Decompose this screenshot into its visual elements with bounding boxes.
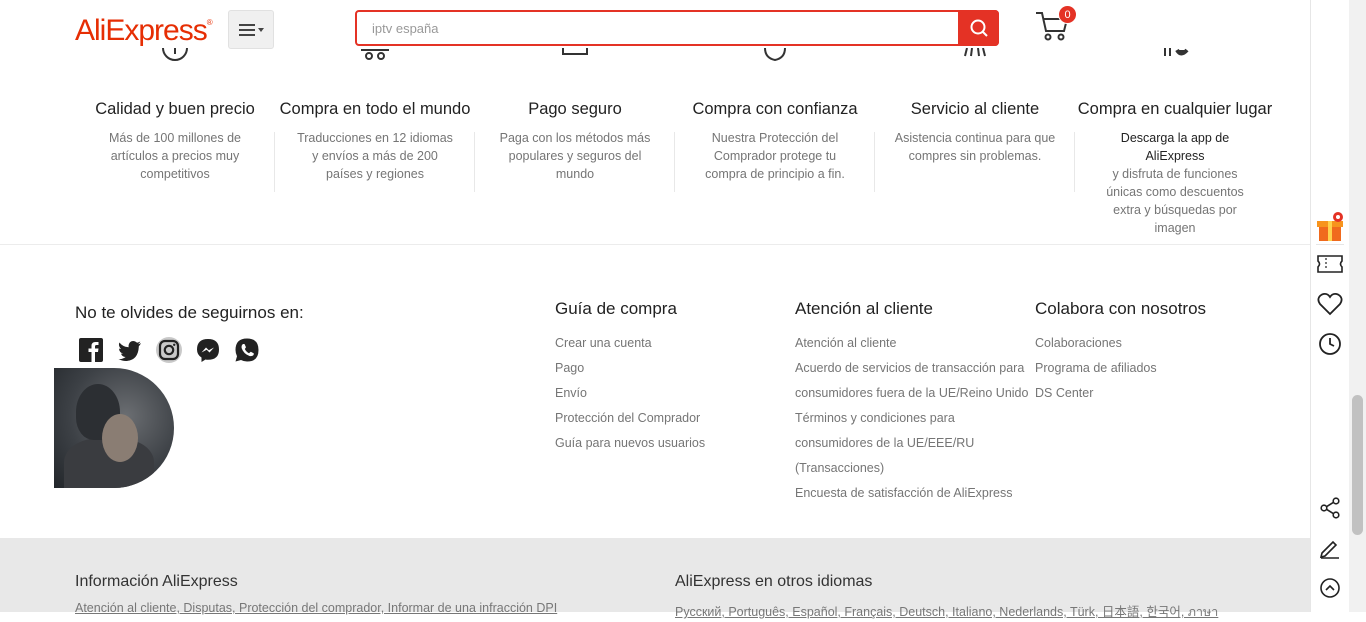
footer-column-partners: Colabora con nosotros Colaboraciones Pro… — [1035, 299, 1206, 406]
footer-link[interactable]: Colaboraciones — [1035, 331, 1206, 356]
benefit-title: Compra en todo el mundo — [279, 100, 471, 118]
app-download-link[interactable]: Descarga la app de AliExpress — [1121, 131, 1229, 163]
facebook-icon[interactable] — [78, 337, 104, 363]
aliexpress-logo[interactable]: AliExpress® — [75, 14, 213, 48]
follow-us-title: No te olvides de seguirnos en: — [75, 303, 304, 322]
footer-column-buying-guide: Guía de compra Crear una cuenta Pago Env… — [555, 299, 705, 456]
hamburger-icon — [239, 23, 264, 36]
info-title: Información AliExpress — [75, 573, 238, 590]
instagram-icon[interactable] — [156, 337, 182, 363]
promo-couple-image[interactable] — [54, 368, 174, 488]
top-header: AliExpress® 0 — [0, 0, 1310, 58]
truck-icon — [361, 49, 389, 60]
benefit-worldwide: Compra en todo el mundo Traducciones en … — [275, 49, 475, 183]
benefit-text: Nuestra Protección del Comprador protege… — [705, 131, 845, 181]
benefit-quality: Calidad y buen precio Más de 100 millone… — [75, 48, 275, 183]
scrollbar-thumb[interactable] — [1352, 395, 1363, 535]
gift-icon — [1317, 212, 1343, 241]
column-title: Guía de compra — [555, 299, 677, 318]
benefit-secure-payment: Pago seguro Paga con los métodos más pop… — [475, 48, 675, 183]
footer-link[interactable]: Acuerdo de servicios de transacción para — [795, 356, 1028, 381]
mobile-cart-icon — [1164, 48, 1189, 56]
benefit-title: Calidad y buen precio — [95, 100, 255, 118]
benefit-title: Compra en cualquier lugar — [1077, 100, 1273, 118]
footer-link[interactable]: Pago — [555, 356, 705, 381]
search-bar — [355, 10, 999, 46]
benefit-confidence: Compra con confianza Nuestra Protección … — [675, 48, 875, 183]
benefit-anywhere: Compra en cualquier lugar Descarga la ap… — [1075, 48, 1275, 237]
search-icon — [970, 19, 988, 37]
footer-link[interactable]: DS Center — [1035, 381, 1206, 406]
footer-link[interactable]: consumidores fuera de la UE/Reino Unido — [795, 381, 1028, 406]
twitter-icon[interactable] — [117, 337, 143, 363]
benefit-text-rest: y disfruta de funciones únicas como desc… — [1106, 167, 1244, 235]
edit-pencil-icon — [1319, 540, 1339, 559]
arrow-up-circle-icon — [1320, 578, 1340, 598]
languages-title: AliExpress en otros idiomas — [675, 573, 873, 590]
quality-icon — [162, 48, 188, 61]
footer-link[interactable]: Programa de afiliados — [1035, 356, 1206, 381]
share-icon — [1320, 497, 1340, 519]
footer-link[interactable]: Términos y condiciones para — [795, 406, 1028, 431]
footer-link[interactable]: Guía para nuevos usuarios — [555, 431, 705, 456]
benefit-title: Pago seguro — [528, 100, 622, 118]
info-links[interactable]: Atención al cliente, Disputas, Protecció… — [75, 601, 557, 615]
benefit-text: Descarga la app de AliExpress y disfruta … — [1075, 129, 1275, 237]
benefit-title: Compra con confianza — [692, 100, 858, 118]
categories-menu-button[interactable] — [228, 10, 274, 49]
footer-link[interactable]: Envío — [555, 381, 705, 406]
gift-button[interactable] — [1311, 206, 1349, 246]
footer-link[interactable]: Crear una cuenta — [555, 331, 705, 356]
benefits-section: Calidad y buen precio Más de 100 millone… — [75, 48, 1275, 235]
history-button[interactable] — [1311, 324, 1349, 364]
search-input[interactable] — [357, 12, 961, 44]
footer-info-band: Información AliExpress Atención al clien… — [0, 538, 1310, 619]
cart-button[interactable]: 0 — [1034, 5, 1077, 45]
page-scrollbar[interactable] — [1349, 0, 1366, 612]
footer-link[interactable]: Atención al cliente — [795, 331, 1028, 356]
benefit-text: Paga con los métodos más populares y seg… — [499, 131, 651, 181]
back-to-top-button[interactable] — [1311, 568, 1349, 608]
cart-count-badge: 0 — [1058, 5, 1077, 24]
shield-icon — [764, 48, 786, 62]
benefit-customer-service: Servicio al cliente Asistencia continua … — [875, 48, 1075, 165]
coupon-button[interactable] — [1311, 244, 1349, 284]
footer-link[interactable]: Encuesta de satisfacción de AliExpress — [795, 481, 1028, 506]
history-clock-icon — [1319, 333, 1341, 355]
feedback-button[interactable] — [1311, 528, 1349, 568]
social-icons — [78, 337, 260, 363]
column-title: Colabora con nosotros — [1035, 299, 1207, 318]
heart-icon — [1317, 293, 1343, 316]
column-title: Atención al cliente — [795, 299, 933, 318]
logo-text: AliExpress — [75, 14, 208, 47]
wishlist-button[interactable] — [1311, 284, 1349, 324]
benefit-text: Más de 100 millones de artículos a preci… — [108, 131, 242, 181]
benefit-title: Servicio al cliente — [910, 100, 1040, 118]
whatsapp-icon[interactable] — [234, 337, 260, 363]
right-floating-toolbar — [1310, 0, 1348, 612]
footer-link[interactable]: (Transacciones) — [795, 456, 1028, 481]
footer-link[interactable]: Protección del Comprador — [555, 406, 705, 431]
card-icon — [562, 48, 588, 55]
benefit-text: Asistencia continua para que compres sin… — [894, 131, 1056, 163]
search-button[interactable] — [958, 10, 999, 46]
share-button[interactable] — [1311, 488, 1349, 528]
footer-column-customer-service: Atención al cliente Atención al cliente … — [795, 299, 1028, 506]
headset-icon — [964, 48, 986, 57]
messenger-icon[interactable] — [195, 337, 221, 363]
benefit-text: Traducciones en 12 idiomas y envíos a má… — [297, 131, 453, 181]
section-divider — [0, 244, 1310, 245]
coupon-icon — [1317, 255, 1343, 273]
footer-link[interactable]: consumidores de la UE/EEE/RU — [795, 431, 1028, 456]
